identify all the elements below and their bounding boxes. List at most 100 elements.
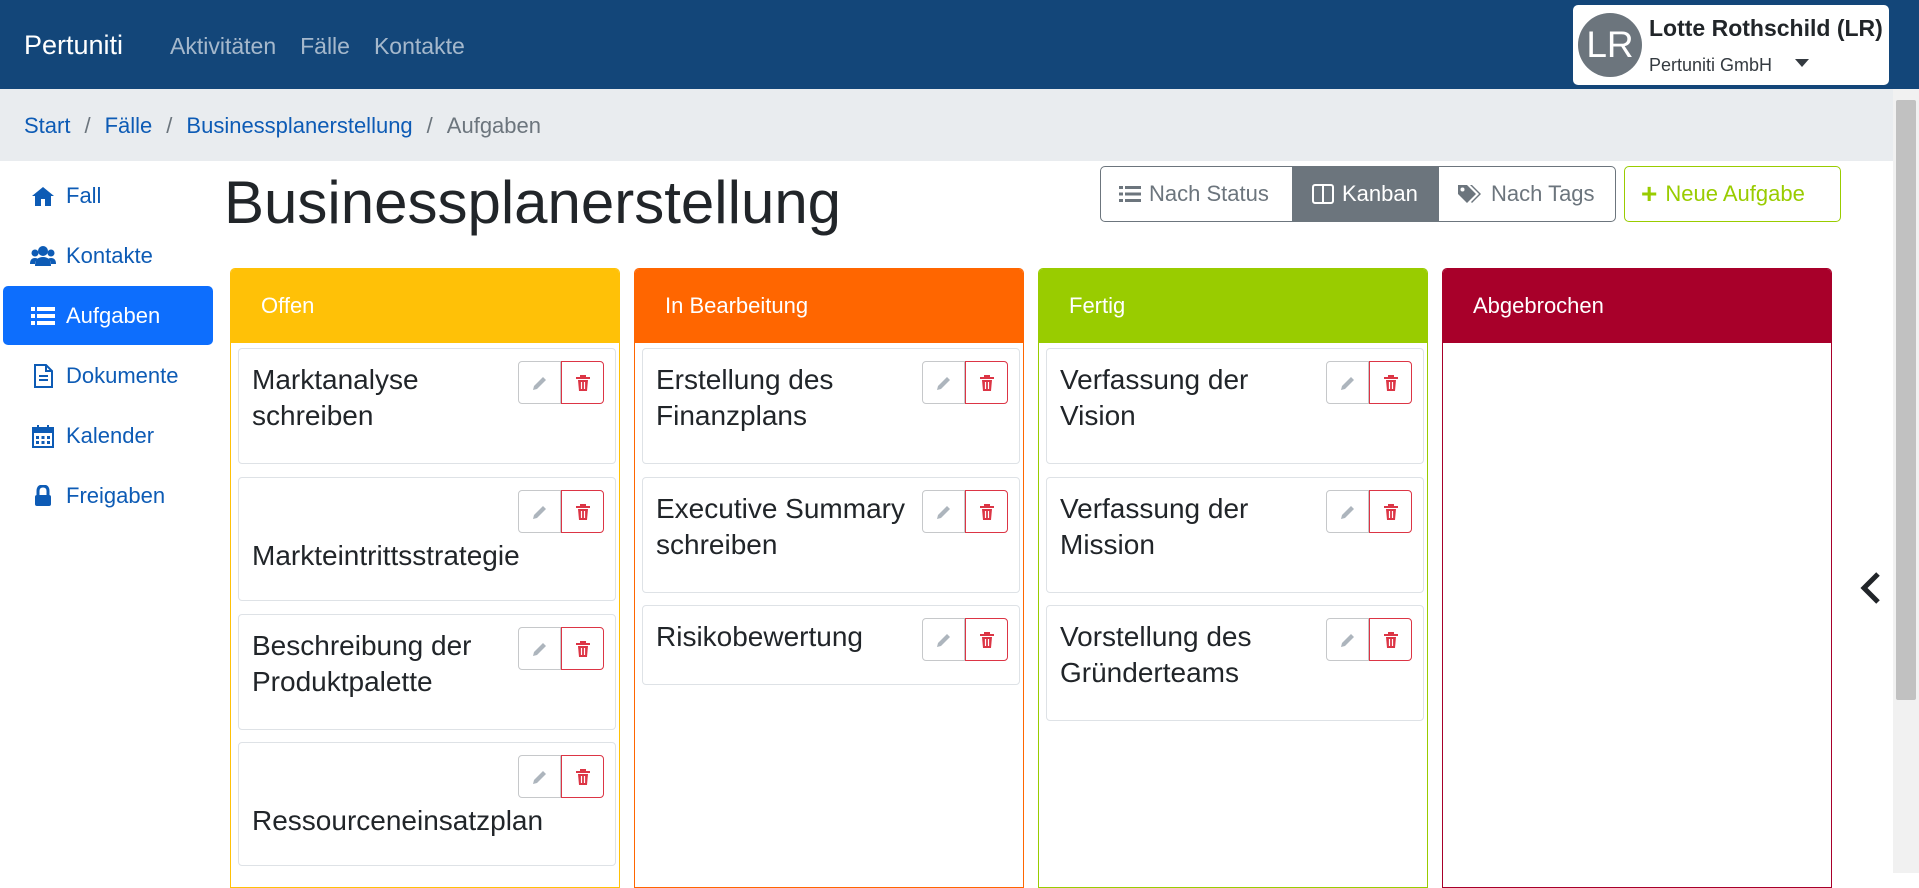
task-card[interactable]: Beschreibung der Produktpalette [238,614,616,730]
page-title: Businessplanerstellung [224,169,842,236]
delete-button[interactable] [561,361,604,404]
breadcrumb-separator: / [426,113,433,138]
top-navbar: Pertuniti Aktivitäten Fälle Kontakte LR … [0,0,1919,89]
delete-button[interactable] [561,755,604,798]
tags-icon [1457,184,1483,204]
nav-link-aktivitaeten[interactable]: Aktivitäten [170,33,276,60]
pencil-icon [1340,505,1354,519]
list-icon [30,303,56,329]
sidebar-item-label: Kalender [66,422,155,448]
sidebar-item-dokumente[interactable]: Dokumente [3,346,213,405]
users-icon [30,243,56,269]
edit-button[interactable] [518,490,561,533]
scrollbar-thumb[interactable] [1896,100,1916,700]
task-title: Verfassung der Vision [1060,364,1249,431]
task-title: Marktanalyse schreiben [252,364,419,431]
task-title: Verfassung der Mission [1060,493,1249,560]
task-card[interactable]: Erstellung des Finanzplans [642,348,1020,464]
sidebar-item-freigaben[interactable]: Freigaben [3,466,213,525]
breadcrumb-bar: Start / Fälle / Businessplanerstellung /… [0,89,1893,161]
delete-button[interactable] [965,361,1008,404]
view-by-tags-button[interactable]: Nach Tags [1438,166,1616,222]
sidebar-item-kontakte[interactable]: Kontakte [3,226,213,285]
new-task-button[interactable]: + Neue Aufgabe [1624,166,1841,222]
new-task-label: Neue Aufgabe [1665,181,1805,206]
trash-icon [1383,631,1398,648]
view-kanban-label: Kanban [1342,181,1418,206]
delete-button[interactable] [561,490,604,533]
task-card[interactable]: Risikobewertung [642,605,1020,685]
task-title: Executive Summary schreiben [656,493,905,560]
edit-button[interactable] [922,361,965,404]
view-by-status-label: Nach Status [1149,181,1269,206]
edit-button[interactable] [1326,490,1369,533]
view-toggle-group: Nach Status Kanban Nach Tags [1100,166,1616,222]
trash-icon [1383,374,1398,391]
sidebar-item-kalender[interactable]: Kalender [3,406,213,465]
delete-button[interactable] [1369,618,1412,661]
task-title: Beschreibung der Produktpalette [252,630,472,697]
delete-button[interactable] [1369,490,1412,533]
column-header: Fertig [1039,269,1427,343]
nav-link-kontakte[interactable]: Kontakte [374,33,465,60]
sidebar-item-label: Fall [66,182,102,208]
task-card[interactable]: Markteintrittsstrategie [238,477,616,601]
breadcrumb-case[interactable]: Businessplanerstellung [186,113,412,139]
trash-icon [979,503,994,520]
pencil-icon [936,633,950,647]
lock-icon [30,483,56,509]
chevron-left-icon[interactable] [1858,570,1884,606]
delete-button[interactable] [561,627,604,670]
pencil-icon [532,505,546,519]
sidebar-item-fall[interactable]: Fall [3,166,213,225]
trash-icon [575,503,590,520]
breadcrumb-separator: / [84,113,91,138]
user-organization: Pertuniti GmbH [1649,55,1773,75]
view-by-status-button[interactable]: Nach Status [1100,166,1293,222]
task-card[interactable]: Verfassung der Mission [1046,477,1424,593]
breadcrumb-faelle[interactable]: Fälle [105,113,153,139]
sidebar-item-label: Freigaben [66,482,166,508]
trash-icon [979,631,994,648]
sidebar-item-label: Dokumente [66,362,179,388]
pencil-icon [532,770,546,784]
delete-button[interactable] [965,618,1008,661]
task-card[interactable]: Marktanalyse schreiben [238,348,616,464]
edit-button[interactable] [518,361,561,404]
breadcrumb-start[interactable]: Start [24,113,70,139]
edit-button[interactable] [922,490,965,533]
kanban-column-offen: Offen Marktanalyse schreiben Markteintri… [230,268,620,888]
task-card[interactable]: Executive Summary schreiben [642,477,1020,593]
task-card[interactable]: Vorstellung des Gründerteams [1046,605,1424,721]
columns-icon [1312,184,1334,204]
edit-button[interactable] [1326,618,1369,661]
sidebar: Fall Kontakte Aufgaben Dokumente Kalende… [3,166,213,526]
task-actions [1326,490,1412,533]
calendar-icon [30,423,56,449]
caret-down-icon[interactable] [1795,59,1809,67]
edit-button[interactable] [1326,361,1369,404]
task-actions [518,490,604,533]
view-kanban-button[interactable]: Kanban [1293,166,1438,222]
delete-button[interactable] [965,490,1008,533]
trash-icon [575,374,590,391]
pencil-icon [532,642,546,656]
list-icon [1119,185,1141,203]
task-card[interactable]: Verfassung der Vision [1046,348,1424,464]
user-menu[interactable]: LR Lotte Rothschild (LR) Pertuniti GmbH [1573,5,1889,85]
delete-button[interactable] [1369,361,1412,404]
edit-button[interactable] [922,618,965,661]
home-icon [30,183,56,209]
pencil-icon [936,505,950,519]
kanban-column-abgebrochen: Abgebrochen [1442,268,1832,888]
task-actions [1326,361,1412,404]
breadcrumb: Start / Fälle / Businessplanerstellung /… [24,113,541,139]
edit-button[interactable] [518,755,561,798]
brand-logo[interactable]: Pertuniti [24,30,123,61]
kanban-column-in-bearbeitung: In Bearbeitung Erstellung des Finanzplan… [634,268,1024,888]
task-card[interactable]: Ressourceneinsatzplan [238,742,616,866]
edit-button[interactable] [518,627,561,670]
nav-link-faelle[interactable]: Fälle [300,33,350,60]
sidebar-item-aufgaben[interactable]: Aufgaben [3,286,213,345]
pencil-icon [532,376,546,390]
